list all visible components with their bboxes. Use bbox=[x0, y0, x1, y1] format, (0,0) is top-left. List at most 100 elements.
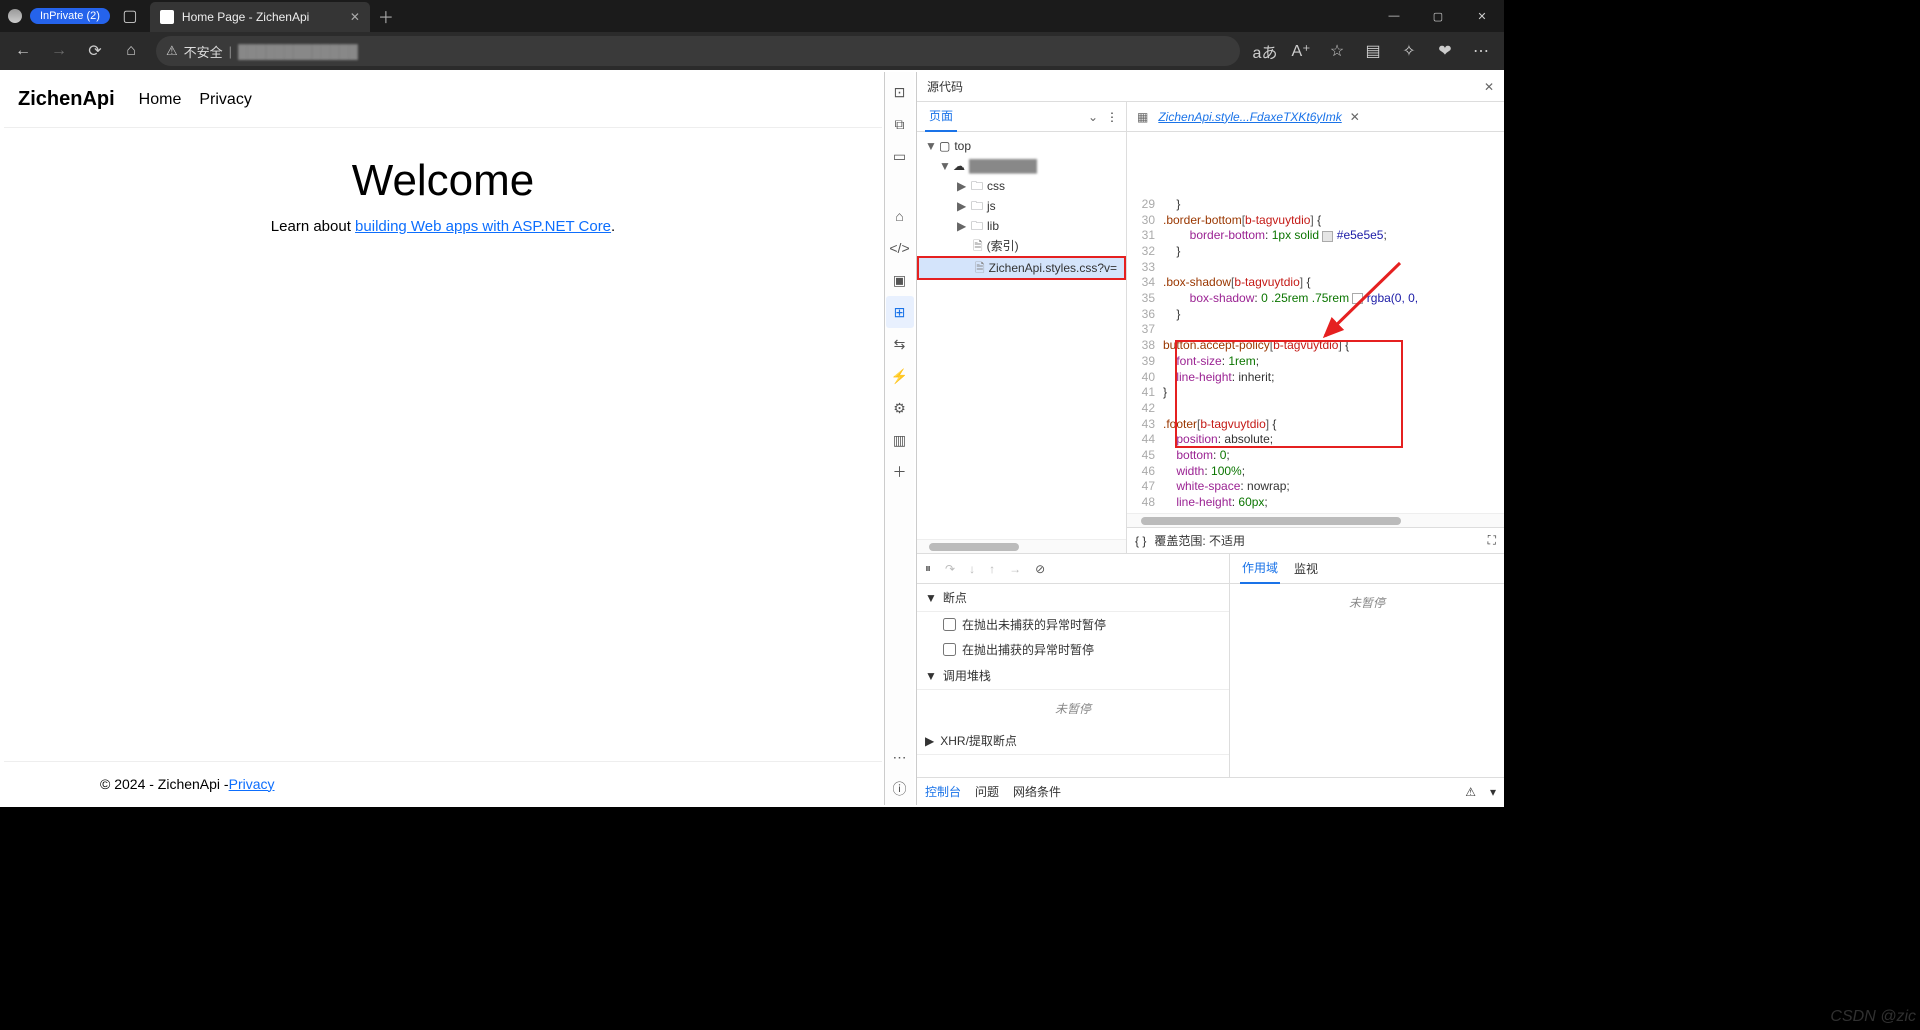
overflow-icon[interactable]: ⋯ bbox=[1464, 36, 1498, 66]
tool-console-icon[interactable]: ▣ bbox=[886, 264, 914, 296]
inprivate-badge[interactable]: InPrivate (2) bbox=[30, 8, 110, 24]
tab-close-icon[interactable]: ✕ bbox=[350, 10, 360, 24]
drawer-issues[interactable]: 问题 bbox=[975, 783, 999, 800]
tool-perf-icon[interactable]: ⚡ bbox=[886, 360, 914, 392]
nav-privacy[interactable]: Privacy bbox=[199, 91, 251, 109]
source-file-name[interactable]: ZichenApi.style...FdaxeTXKt6yImk bbox=[1158, 110, 1341, 124]
code-line[interactable]: 36 } bbox=[1127, 307, 1504, 323]
window-controls: — ▢ ✕ bbox=[1372, 0, 1504, 32]
step-icon[interactable]: → bbox=[1009, 562, 1021, 576]
home-button[interactable]: ⌂ bbox=[114, 36, 148, 66]
tree-lib[interactable]: ▶🗀lib bbox=[917, 216, 1126, 236]
braces-icon[interactable]: { } bbox=[1135, 534, 1146, 548]
tree-host[interactable]: ▼☁████████ bbox=[917, 156, 1126, 176]
code-line[interactable]: 40 line-height: inherit; bbox=[1127, 370, 1504, 386]
breakpoints-header[interactable]: ▼断点 bbox=[917, 584, 1229, 612]
tool-network-icon[interactable]: ⇆ bbox=[886, 328, 914, 360]
code-line[interactable]: 39 font-size: 1rem; bbox=[1127, 354, 1504, 370]
tool-add-icon[interactable]: ＋ bbox=[886, 456, 914, 488]
tool-more-icon[interactable]: ⋯ bbox=[886, 741, 914, 773]
reading-icon[interactable]: aあ bbox=[1248, 36, 1282, 66]
code-line[interactable]: 42 bbox=[1127, 401, 1504, 417]
pause-uncaught-checkbox[interactable]: 在抛出未捕获的异常时暂停 bbox=[917, 612, 1229, 637]
pretty-print-icon[interactable]: ▦ bbox=[1131, 110, 1154, 124]
code-line[interactable]: 44 position: absolute; bbox=[1127, 432, 1504, 448]
nav-home[interactable]: Home bbox=[139, 91, 182, 109]
pause-caught-checkbox[interactable]: 在抛出捕获的异常时暂停 bbox=[917, 637, 1229, 662]
code-line[interactable]: 41} bbox=[1127, 385, 1504, 401]
source-code[interactable]: 29 }30.border-bottom[b-tagvuytdio] {31 b… bbox=[1127, 132, 1504, 513]
text-size-icon[interactable]: A⁺ bbox=[1284, 36, 1318, 66]
code-line[interactable]: 32 } bbox=[1127, 244, 1504, 260]
code-line[interactable]: 29 } bbox=[1127, 197, 1504, 213]
performance-icon[interactable]: ❤ bbox=[1428, 36, 1462, 66]
deactivate-bp-icon[interactable]: ⊘ bbox=[1035, 562, 1045, 576]
close-button[interactable]: ✕ bbox=[1460, 0, 1504, 32]
code-line[interactable]: 43.footer[b-tagvuytdio] { bbox=[1127, 417, 1504, 433]
new-tab-button[interactable]: ＋ bbox=[378, 4, 394, 28]
code-line[interactable]: 34.box-shadow[b-tagvuytdio] { bbox=[1127, 275, 1504, 291]
favicon-icon bbox=[160, 10, 174, 24]
code-line[interactable]: 38button.accept-policy[b-tagvuytdio] { bbox=[1127, 338, 1504, 354]
code-line[interactable]: 46 width: 100%; bbox=[1127, 464, 1504, 480]
code-line[interactable]: 45 bottom: 0; bbox=[1127, 448, 1504, 464]
code-line[interactable]: 30.border-bottom[b-tagvuytdio] { bbox=[1127, 213, 1504, 229]
tab-watch[interactable]: 监视 bbox=[1294, 560, 1318, 577]
step-over-icon[interactable]: ↷ bbox=[945, 562, 955, 576]
xhr-breakpoints-header[interactable]: ▶XHR/提取断点 bbox=[917, 727, 1229, 755]
step-out-icon[interactable]: ↑ bbox=[989, 562, 995, 576]
tool-welcome-icon[interactable]: ⌂ bbox=[886, 200, 914, 232]
tool-window-icon[interactable]: ▭ bbox=[886, 140, 914, 172]
coverage-expand-icon[interactable]: ⛶ bbox=[1488, 533, 1496, 548]
tree-js[interactable]: ▶🗀js bbox=[917, 196, 1126, 216]
tab-page[interactable]: 页面 bbox=[925, 101, 957, 132]
code-line[interactable]: 35 box-shadow: 0 .25rem .75rem rgba(0, 0… bbox=[1127, 291, 1504, 307]
tree-top[interactable]: ▼▢top bbox=[917, 136, 1126, 156]
code-line[interactable]: 37 bbox=[1127, 322, 1504, 338]
step-into-icon[interactable]: ↓ bbox=[969, 562, 975, 576]
address-bar[interactable]: ⚠ 不安全 | █████████████ bbox=[156, 36, 1240, 66]
extensions-icon[interactable]: ✧ bbox=[1392, 36, 1426, 66]
devtools-toolstrip: ⊡ ⧉ ▭ ⌂ </> ▣ ⊞ ⇆ ⚡ ⚙ ▥ ＋ ⋯ ⓘ bbox=[884, 72, 914, 805]
footer-privacy-link[interactable]: Privacy bbox=[229, 776, 275, 792]
tool-debug-icon[interactable]: ⊞ bbox=[886, 296, 914, 328]
drawer-console[interactable]: 控制台 bbox=[925, 783, 961, 800]
maximize-button[interactable]: ▢ bbox=[1416, 0, 1460, 32]
drawer-network[interactable]: 网络条件 bbox=[1013, 783, 1061, 800]
panel-close-icon[interactable]: ✕ bbox=[1484, 80, 1494, 94]
lead-link[interactable]: building Web apps with ASP.NET Core bbox=[355, 218, 611, 235]
tab-scope[interactable]: 作用域 bbox=[1240, 553, 1280, 584]
source-tab-close-icon[interactable]: ✕ bbox=[1350, 110, 1360, 124]
tree-index[interactable]: 🗎(索引) bbox=[917, 236, 1126, 256]
tabs-more-icon[interactable]: ⋮ bbox=[1106, 110, 1118, 124]
profile-avatar-icon bbox=[8, 9, 22, 23]
back-button[interactable]: ← bbox=[6, 36, 40, 66]
tool-app-icon[interactable]: ▥ bbox=[886, 424, 914, 456]
tool-device-icon[interactable]: ⧉ bbox=[886, 108, 914, 140]
refresh-button[interactable]: ⟳ bbox=[78, 36, 112, 66]
code-line[interactable]: 31 border-bottom: 1px solid #e5e5e5; bbox=[1127, 228, 1504, 244]
tree-hscroll[interactable] bbox=[917, 539, 1126, 553]
tree-selected-file[interactable]: 🗎ZichenApi.styles.css?v= bbox=[917, 256, 1126, 280]
callstack-header[interactable]: ▼调用堆栈 bbox=[917, 662, 1229, 690]
tree-css[interactable]: ▶🗀css bbox=[917, 176, 1126, 196]
tool-settings-icon[interactable]: ⚙ bbox=[886, 392, 914, 424]
browser-tab[interactable]: Home Page - ZichenApi ✕ bbox=[150, 2, 370, 32]
tool-elements-icon[interactable]: ⊡ bbox=[886, 76, 914, 108]
minimize-button[interactable]: — bbox=[1372, 0, 1416, 32]
tab-actions-icon[interactable]: ▢ bbox=[116, 4, 144, 28]
code-line[interactable]: 33 bbox=[1127, 260, 1504, 276]
tool-help-icon[interactable]: ⓘ bbox=[886, 773, 914, 805]
favorite-icon[interactable]: ☆ bbox=[1320, 36, 1354, 66]
brand[interactable]: ZichenApi bbox=[18, 88, 115, 111]
code-line[interactable]: 47 white-space: nowrap; bbox=[1127, 479, 1504, 495]
content-area: ZichenApi Home Privacy Welcome Learn abo… bbox=[0, 70, 1504, 807]
code-line[interactable]: 48 line-height: 60px; bbox=[1127, 495, 1504, 511]
code-hscroll[interactable] bbox=[1127, 513, 1504, 527]
collections-icon[interactable]: ▤ bbox=[1356, 36, 1390, 66]
drawer-warnings-icon[interactable]: ⚠ bbox=[1465, 785, 1476, 799]
drawer-close-icon[interactable]: ▾ bbox=[1490, 785, 1496, 799]
pause-icon[interactable]: ⏸ bbox=[925, 561, 931, 576]
tool-source-icon[interactable]: </> bbox=[886, 232, 914, 264]
tabs-dropdown-icon[interactable]: ⌄ bbox=[1088, 110, 1098, 124]
